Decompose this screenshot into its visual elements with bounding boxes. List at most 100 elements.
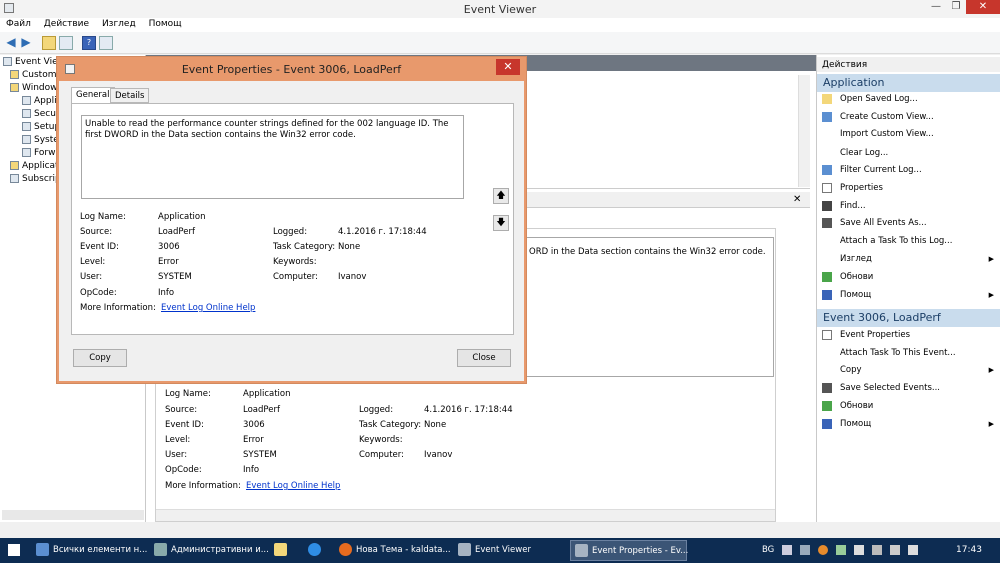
folder-icon: [10, 161, 19, 170]
action-open-saved-log[interactable]: Open Saved Log...: [822, 92, 1000, 106]
next-event-button[interactable]: 🡇: [493, 215, 509, 231]
close-button[interactable]: Close: [457, 349, 511, 367]
menu-view[interactable]: Изглед: [96, 18, 140, 29]
actions-section-event[interactable]: Event 3006, LoadPerf: [817, 309, 1000, 327]
action-help-event[interactable]: Помощ ▶: [822, 417, 1000, 431]
taskbar-firefox[interactable]: Нова Тема - kaldata...: [335, 540, 451, 561]
menu-help[interactable]: Помощ: [143, 18, 186, 29]
action-copy[interactable]: Copy ▶: [822, 363, 1000, 377]
window-titlebar: Event Viewer — ❐ ✕: [0, 0, 1000, 18]
task-category-value: None: [338, 242, 361, 252]
taskbar-file-explorer[interactable]: [270, 540, 294, 561]
clock[interactable]: 17:43: [956, 545, 982, 555]
tray-icon[interactable]: [782, 545, 792, 555]
preview-logged-label: Logged:: [359, 405, 394, 415]
tray-icon[interactable]: [872, 545, 882, 555]
tray-icon[interactable]: [854, 545, 864, 555]
menu-action[interactable]: Действие: [38, 18, 93, 29]
action-save-selected-events[interactable]: Save Selected Events...: [822, 381, 1000, 395]
action-create-custom-view[interactable]: Create Custom View...: [822, 110, 1000, 124]
event-properties-icon: [575, 544, 588, 557]
tray-icon[interactable]: [836, 545, 846, 555]
copy-button[interactable]: Copy: [73, 349, 127, 367]
action-save-all-events[interactable]: Save All Events As...: [822, 216, 1000, 230]
preview-user-value: SYSTEM: [243, 450, 277, 460]
menu-file[interactable]: Файл: [0, 18, 35, 29]
network-icon[interactable]: [890, 545, 900, 555]
opcode-value: Info: [158, 288, 175, 298]
start-icon[interactable]: [8, 544, 20, 556]
event-log-help-link[interactable]: Event Log Online Help: [161, 303, 255, 313]
help-icon: [822, 289, 832, 300]
preview-close-icon[interactable]: ✕: [793, 194, 801, 205]
tray-icon[interactable]: [818, 545, 828, 555]
tab-details[interactable]: Details: [110, 88, 150, 103]
action-attach-task-log[interactable]: Attach a Task To this Log...: [822, 234, 1000, 248]
actions-header: Действия: [817, 57, 1000, 72]
action-find[interactable]: Find...: [822, 199, 1000, 213]
event-list-scrollbar[interactable]: [798, 75, 810, 187]
show-hide-tree-icon[interactable]: [59, 36, 73, 50]
tree-application[interactable]: Appli: [22, 96, 57, 106]
action-help-log[interactable]: Помощ ▶: [822, 288, 1000, 302]
preview-computer-value: Ivanov: [424, 450, 453, 460]
dialog-close-icon[interactable]: ✕: [496, 59, 520, 75]
preview-source-label: Source:: [165, 405, 198, 415]
save-icon: [822, 217, 832, 228]
source-label: Source:: [80, 227, 113, 237]
taskbar-event-properties[interactable]: Event Properties - Ev...: [570, 540, 688, 561]
preview-user-label: User:: [165, 450, 188, 460]
action-filter-current-log[interactable]: Filter Current Log...: [822, 163, 1000, 177]
copy-icon: [822, 365, 832, 375]
event-viewer-icon: [458, 543, 471, 556]
tree-setup[interactable]: Setup: [22, 122, 60, 132]
submenu-arrow-icon: ▶: [988, 420, 994, 428]
refresh-icon: [822, 271, 832, 282]
help-icon[interactable]: ?: [82, 36, 96, 50]
action-clear-log[interactable]: Clear Log...: [822, 146, 1000, 160]
log-icon: [22, 96, 31, 105]
taskbar-internet-explorer[interactable]: [304, 540, 328, 561]
tree-system[interactable]: Syste: [22, 135, 59, 145]
back-icon[interactable]: ◀: [4, 36, 18, 50]
action-refresh-event[interactable]: Обнови: [822, 399, 1000, 413]
tree-security[interactable]: Secur: [22, 109, 60, 119]
taskbar-admin-tools[interactable]: Административни и...: [150, 540, 269, 561]
language-indicator[interactable]: BG: [762, 545, 774, 555]
log-icon: [22, 122, 31, 131]
volume-icon[interactable]: [908, 545, 918, 555]
preview-keywords-label: Keywords:: [359, 435, 403, 445]
log-icon: [22, 109, 31, 118]
preview-event-log-help-link[interactable]: Event Log Online Help: [246, 481, 340, 491]
actions-pane: Действия Application Open Saved Log... C…: [816, 55, 1000, 522]
user-label: User:: [80, 272, 103, 282]
log-icon: [22, 135, 31, 144]
preview-level-label: Level:: [165, 435, 191, 445]
action-attach-task-event[interactable]: Attach Task To This Event...: [822, 346, 1000, 360]
preview-hscrollbar[interactable]: [156, 509, 775, 521]
tree-forwarded[interactable]: Forw: [22, 148, 55, 158]
folder-up-icon[interactable]: [42, 36, 56, 50]
taskbar-control-panel[interactable]: Всички елементи н...: [32, 540, 147, 561]
tab-general[interactable]: General: [71, 87, 115, 103]
taskbar-event-viewer[interactable]: Event Viewer: [454, 540, 564, 561]
action-properties[interactable]: Properties: [822, 181, 1000, 195]
action-event-properties[interactable]: Event Properties: [822, 328, 1000, 342]
close-window-button[interactable]: ✕: [966, 0, 1000, 14]
tray-icon[interactable]: [800, 545, 810, 555]
preview-task-category-label: Task Category:: [359, 420, 422, 430]
actions-section-application[interactable]: Application: [817, 74, 1000, 92]
preview-message: ORD in the Data section contains the Win…: [529, 247, 766, 257]
previous-event-button[interactable]: 🡅: [493, 188, 509, 204]
action-view-menu[interactable]: Изглед ▶: [822, 252, 1000, 266]
show-hide-action-icon[interactable]: [99, 36, 113, 50]
action-refresh-log[interactable]: Обнови: [822, 270, 1000, 284]
forward-icon[interactable]: ▶: [19, 36, 33, 50]
control-panel-icon: [36, 543, 49, 556]
preview-task-category-value: None: [424, 420, 447, 430]
tree-scrollbar[interactable]: [2, 510, 144, 520]
preview-source-value: LoadPerf: [243, 405, 280, 415]
tree-windows-logs[interactable]: Windows: [10, 83, 62, 93]
action-import-custom-view[interactable]: Import Custom View...: [822, 127, 1000, 141]
submenu-arrow-icon: ▶: [988, 255, 994, 263]
